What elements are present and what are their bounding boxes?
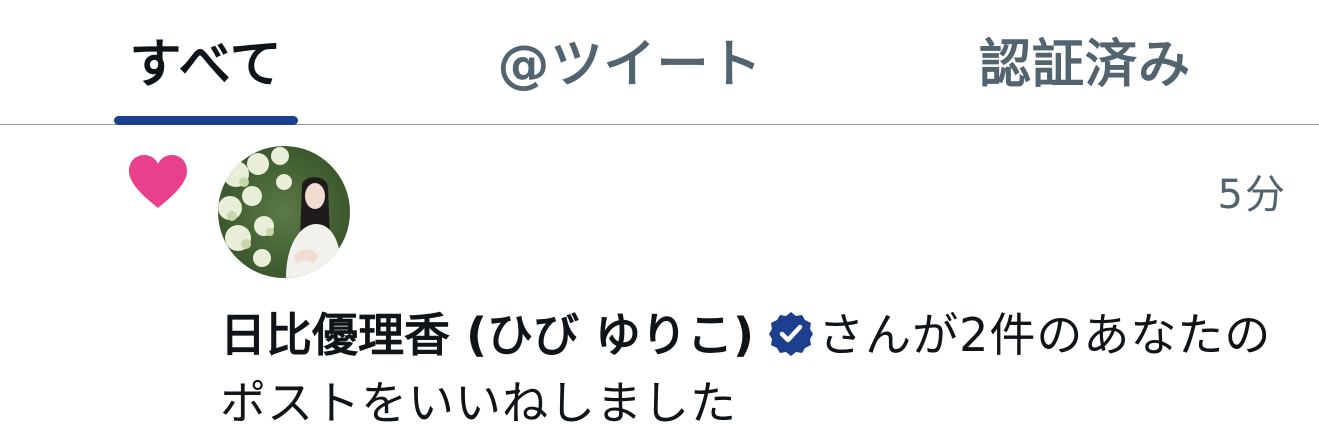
notification-item[interactable]: 5分 日比優理香 (ひび ゆりこ) さんが2件のあなたのポストをいいねしました (0, 126, 1319, 440)
tab-verified[interactable]: 認証済み (962, 24, 1208, 95)
notification-tabs: すべて @ツイート 認証済み (0, 0, 1319, 125)
active-tab-indicator (114, 116, 298, 125)
user-name[interactable]: 日比優理香 (ひび ゆりこ) (220, 308, 754, 362)
user-avatar[interactable] (218, 146, 350, 278)
notification-timestamp: 5分 (1217, 172, 1287, 218)
tab-mentions[interactable]: @ツイート (480, 24, 780, 95)
verified-badge-icon (769, 312, 814, 356)
heart-icon (129, 155, 187, 208)
notification-message: 日比優理香 (ひび ゆりこ) さんが2件のあなたのポストをいいねしました (220, 301, 1290, 437)
tab-all[interactable]: すべて (114, 24, 298, 95)
